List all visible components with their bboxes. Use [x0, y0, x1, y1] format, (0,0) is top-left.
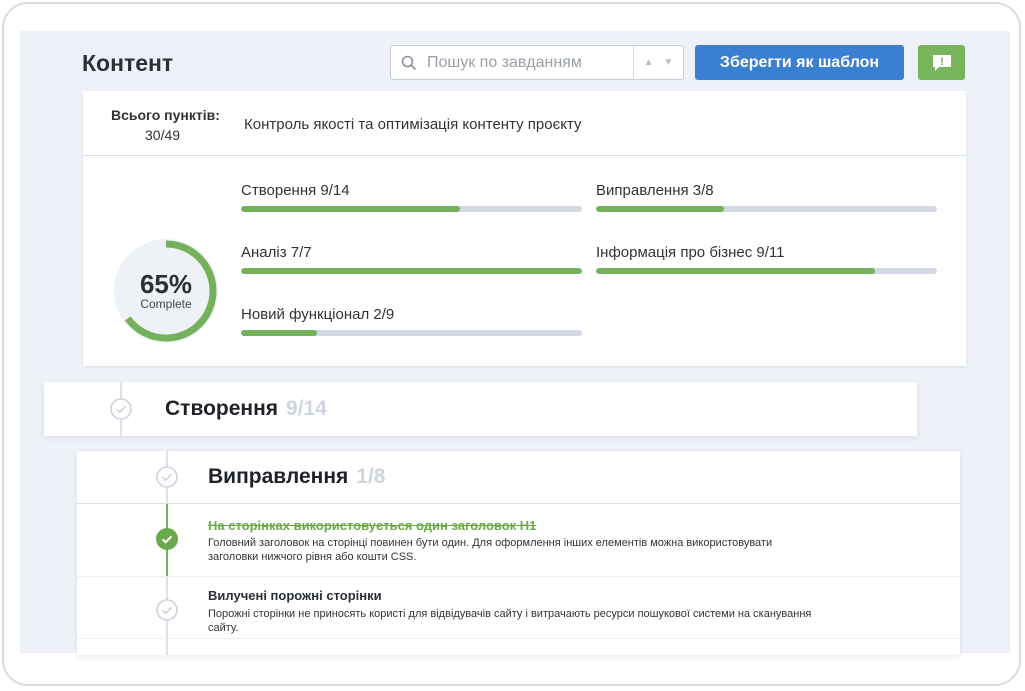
section-count: 9/14 — [286, 397, 327, 420]
task-description-line: Головний заголовок на сторінці повинен б… — [208, 537, 773, 549]
window-frame: Контент ▲ ▼ Зберегти як шаблон ! Всього … — [2, 2, 1021, 686]
progress-track — [596, 206, 937, 212]
total-label: Всього пунктів: — [111, 107, 220, 123]
progress-track — [241, 330, 582, 336]
arrow-up-icon[interactable]: ▲ — [644, 57, 654, 68]
summary-header: Всього пунктів: 30/49 Контроль якості та… — [83, 91, 966, 156]
progress-fill — [241, 206, 461, 212]
section-count: 1/8 — [356, 465, 386, 488]
progress-label: Створення 9/14 — [241, 182, 350, 199]
search-box[interactable]: ▲ ▼ — [390, 45, 684, 80]
progress-fill — [241, 268, 582, 274]
section-fixes: Виправлення 1/8 На сторінках використовує… — [77, 451, 960, 655]
save-template-button[interactable]: Зберегти як шаблон — [695, 45, 904, 80]
progress-track — [596, 268, 937, 274]
progress-fill — [596, 268, 875, 274]
check-outline-icon[interactable] — [110, 398, 132, 420]
message-alert-icon: ! — [932, 54, 951, 71]
task-title: На сторінках використовується один загол… — [208, 518, 537, 533]
progress-fill — [241, 330, 317, 336]
feedback-button[interactable]: ! — [918, 45, 965, 80]
arrow-down-icon[interactable]: ▼ — [664, 57, 674, 68]
task-title: Вилучені порожні сторінки — [208, 588, 382, 603]
progress-track — [241, 268, 582, 274]
task-description: Порожні сторінки не приносять користі дл… — [208, 607, 858, 635]
task-description-line: Порожні сторінки не приносять користі дл… — [208, 608, 812, 620]
task-description: Головний заголовок на сторінці повинен б… — [208, 536, 858, 564]
search-icon — [391, 55, 427, 71]
percent-value: 65% — [139, 269, 193, 299]
progress-item-business-info: Інформація про бізнес 9/11 — [596, 244, 937, 274]
progress-item-creation: Створення 9/14 — [241, 182, 582, 212]
content-canvas: Контент ▲ ▼ Зберегти як шаблон ! Всього … — [20, 31, 1010, 655]
progress-label: Новий функціонал 2/9 — [241, 306, 395, 323]
progress-item-fixes: Виправлення 3/8 — [596, 182, 937, 212]
progress-fill — [596, 206, 724, 212]
check-filled-icon[interactable] — [156, 528, 178, 550]
progress-label: Аналіз 7/7 — [241, 244, 312, 261]
task-item[interactable]: На сторінках використовується один загол… — [77, 504, 960, 577]
section-name: Виправлення — [208, 465, 349, 488]
progress-item-analysis: Аналіз 7/7 — [241, 244, 582, 274]
section-title: Виправлення 1/8 — [208, 465, 385, 489]
page-title: Контент — [82, 50, 174, 76]
section-creation[interactable]: Створення 9/14 — [44, 382, 917, 436]
summary-description: Контроль якості та оптимізація контенту … — [244, 116, 582, 133]
task-description-line: заголовки нижчого рівня або кошти CSS. — [208, 551, 417, 563]
summary-card: Всього пунктів: 30/49 Контроль якості та… — [83, 91, 966, 366]
complete-label: Complete — [140, 297, 192, 311]
task-description-line: сайту. — [208, 622, 239, 634]
progress-item-new-features: Новий функціонал 2/9 — [241, 306, 582, 336]
check-outline-icon[interactable] — [156, 466, 178, 488]
svg-text:!: ! — [940, 56, 944, 68]
donut-label: 65% Complete — [111, 271, 221, 311]
progress-track — [241, 206, 582, 212]
search-input[interactable] — [427, 53, 632, 72]
progress-label: Інформація про бізнес 9/11 — [596, 244, 785, 261]
total-value: 30/49 — [145, 127, 181, 143]
section-name: Створення — [165, 397, 279, 420]
task-item[interactable]: Вилучені порожні сторінки Порожні сторін… — [77, 577, 960, 639]
search-nav: ▲ ▼ — [633, 46, 683, 79]
section-title: Створення 9/14 — [165, 397, 327, 421]
progress-label: Виправлення 3/8 — [596, 182, 714, 199]
section-header[interactable]: Виправлення 1/8 — [77, 451, 960, 504]
check-outline-icon[interactable] — [156, 599, 178, 621]
